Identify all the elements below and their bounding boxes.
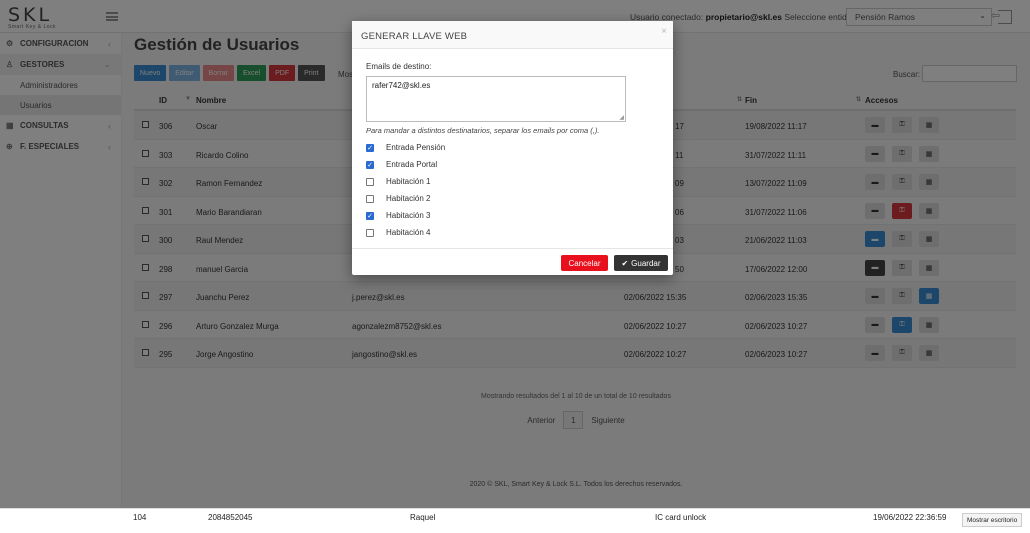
modal-footer: Cancelar ✔ Guardar — [352, 248, 673, 275]
modal-body: Emails de destino: rafer742@skl.es ◢ Par… — [366, 62, 662, 241]
emails-hint: Para mandar a distintos destinatarios, s… — [366, 126, 600, 135]
access-option[interactable]: Habitación 2 — [366, 190, 662, 207]
generate-web-key-dialog: GENERAR LLAVE WEB × Emails de destino: r… — [352, 21, 673, 275]
modal-title: GENERAR LLAVE WEB — [361, 31, 468, 42]
background-table-row: 104 2084852045 Raquel IC card unlock 19/… — [0, 508, 1030, 533]
access-option[interactable]: Habitación 1 — [366, 173, 662, 190]
access-option-label: Entrada Portal — [386, 160, 438, 169]
emails-label: Emails de destino: — [366, 62, 432, 71]
check-icon: ✔ — [621, 258, 629, 268]
modal-header: GENERAR LLAVE WEB × — [352, 21, 673, 49]
access-checkbox[interactable]: ✓ — [366, 211, 374, 220]
app-window: SKL Smart Key & Lock Usuario conectado: … — [0, 0, 1030, 508]
row-event: IC card unlock — [655, 513, 707, 522]
access-checkbox[interactable] — [366, 194, 374, 203]
access-option-label: Habitación 2 — [386, 194, 431, 203]
access-option-label: Entrada Pensión — [386, 143, 446, 152]
show-desktop-button[interactable]: Mostrar escritorio — [962, 513, 1023, 527]
access-option[interactable]: ✓ Entrada Portal — [366, 156, 662, 173]
emails-textarea[interactable]: rafer742@skl.es ◢ — [366, 76, 626, 122]
row-card: 2084852045 — [208, 513, 253, 522]
access-option[interactable]: ✓ Habitación 3 — [366, 207, 662, 224]
row-name: Raquel — [410, 513, 436, 522]
save-button[interactable]: ✔ Guardar — [614, 255, 668, 271]
save-button-label: Guardar — [631, 258, 661, 268]
access-checkbox[interactable]: ✓ — [366, 160, 374, 169]
emails-value: rafer742@skl.es — [372, 81, 431, 90]
access-checkbox[interactable]: ✓ — [366, 143, 374, 152]
access-checkbox[interactable] — [366, 228, 374, 237]
access-checkbox[interactable] — [366, 177, 374, 186]
access-option[interactable]: ✓ Entrada Pensión — [366, 139, 662, 156]
row-id: 104 — [133, 513, 147, 522]
access-option-label: Habitación 3 — [386, 211, 431, 220]
access-option-label: Habitación 1 — [386, 177, 431, 186]
access-option-label: Habitación 4 — [386, 228, 431, 237]
close-icon[interactable]: × — [661, 26, 667, 37]
cancel-button[interactable]: Cancelar — [561, 255, 608, 271]
resize-grip-icon[interactable]: ◢ — [619, 114, 624, 121]
access-options: ✓ Entrada Pensión ✓ Entrada Portal Habitació… — [366, 139, 662, 241]
access-option[interactable]: Habitación 4 — [366, 224, 662, 241]
row-datetime: 19/06/2022 22:36:59 — [873, 513, 947, 522]
